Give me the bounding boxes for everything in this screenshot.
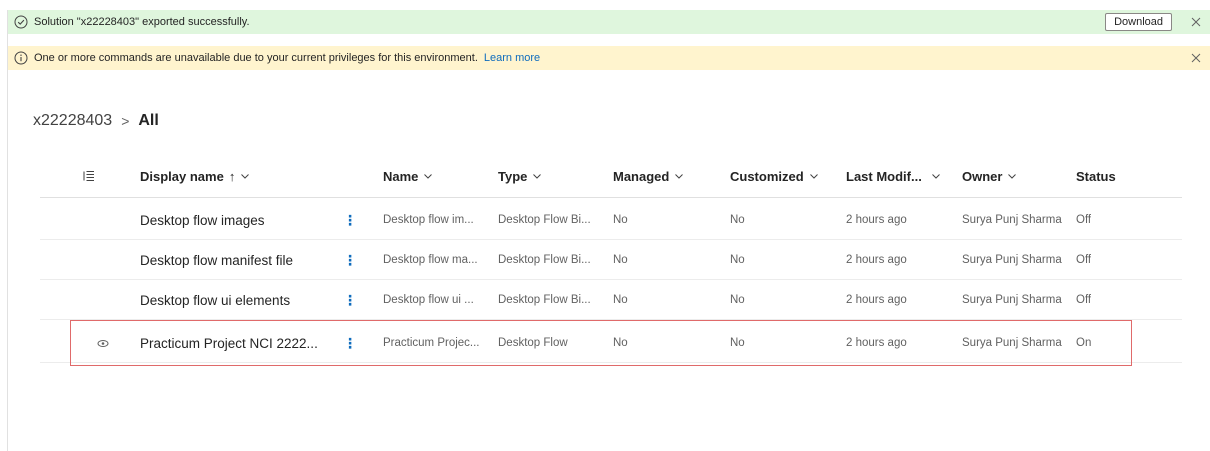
row-type: Desktop Flow Bi... <box>498 294 591 306</box>
header-divider <box>40 197 1182 198</box>
row-managed: No <box>613 294 628 306</box>
chevron-down-icon <box>931 174 940 179</box>
row-status: Off <box>1076 254 1092 266</box>
table-row[interactable]: Practicum Project NCI 2222... ⋮ Practicu… <box>40 323 1182 363</box>
row-last-modified: 2 hours ago <box>846 337 907 349</box>
solution-explorer: Solution "x22228403" exported successful… <box>0 0 1210 451</box>
success-message: Solution "x22228403" exported successful… <box>34 16 250 28</box>
column-type-label: Type <box>498 168 528 184</box>
row-owner: Surya Punj Sharma <box>962 254 1062 266</box>
row-status: Off <box>1076 294 1092 306</box>
sort-ascending-indicator: ↑ <box>228 168 236 184</box>
row-owner: Surya Punj Sharma <box>962 337 1062 349</box>
column-last-modified[interactable]: Last Modif... <box>846 162 941 190</box>
row-managed: No <box>613 214 628 226</box>
column-status-label: Status <box>1076 168 1116 184</box>
row-display-name[interactable]: Desktop flow images <box>140 200 265 240</box>
learn-more-link[interactable]: Learn more <box>484 52 540 64</box>
column-managed-label: Managed <box>613 168 670 184</box>
column-options-icon[interactable] <box>82 162 96 190</box>
row-last-modified: 2 hours ago <box>846 294 907 306</box>
row-name: Desktop flow im... <box>383 214 474 226</box>
column-name-label: Name <box>383 168 419 184</box>
chevron-down-icon <box>675 174 684 179</box>
column-managed[interactable]: Managed <box>613 162 684 190</box>
row-managed: No <box>613 337 628 349</box>
warning-message: One or more commands are unavailable due… <box>34 52 1186 64</box>
table-header: Display name ↑ Name Type Managed Customi… <box>40 162 1182 190</box>
breadcrumb-solution[interactable]: x22228403 <box>33 112 112 130</box>
column-customized[interactable]: Customized <box>730 162 819 190</box>
row-owner: Surya Punj Sharma <box>962 294 1062 306</box>
row-status: Off <box>1076 214 1092 226</box>
column-last-modified-label: Last Modif... <box>846 168 922 184</box>
row-type: Desktop Flow Bi... <box>498 214 591 226</box>
column-customized-label: Customized <box>730 168 804 184</box>
row-last-modified: 2 hours ago <box>846 254 907 266</box>
warning-text: One or more commands are unavailable due… <box>34 52 478 64</box>
row-customized: No <box>730 254 745 266</box>
row-name: Desktop flow ui ... <box>383 294 474 306</box>
close-icon[interactable] <box>1186 12 1206 32</box>
row-customized: No <box>730 294 745 306</box>
row-customized: No <box>730 214 745 226</box>
check-circle-icon <box>8 15 34 29</box>
row-managed: No <box>613 254 628 266</box>
chevron-down-icon <box>809 174 818 179</box>
breadcrumb-separator: > <box>121 113 130 129</box>
column-display-name[interactable]: Display name ↑ <box>140 162 250 190</box>
chevron-down-icon <box>241 174 250 179</box>
row-name: Practicum Projec... <box>383 337 480 349</box>
desktop-flow-icon <box>95 323 111 363</box>
column-owner-label: Owner <box>962 168 1003 184</box>
column-name[interactable]: Name <box>383 162 433 190</box>
row-customized: No <box>730 337 745 349</box>
chevron-down-icon <box>424 174 433 179</box>
row-type: Desktop Flow Bi... <box>498 254 591 266</box>
more-options-icon[interactable]: ⋮ <box>343 200 357 240</box>
column-owner[interactable]: Owner <box>962 162 1017 190</box>
row-display-name[interactable]: Desktop flow manifest file <box>140 240 293 280</box>
breadcrumb: x22228403 > All <box>33 112 159 130</box>
row-last-modified: 2 hours ago <box>846 214 907 226</box>
privileges-warning-banner: One or more commands are unavailable due… <box>8 46 1210 70</box>
more-options-icon[interactable]: ⋮ <box>343 323 357 363</box>
row-display-name[interactable]: Desktop flow ui elements <box>140 280 290 320</box>
column-display-name-label: Display name <box>140 168 224 184</box>
more-options-icon[interactable]: ⋮ <box>343 240 357 280</box>
chevron-down-icon <box>1008 174 1017 179</box>
info-icon <box>8 51 34 65</box>
row-status: On <box>1076 337 1092 349</box>
column-status[interactable]: Status <box>1076 162 1116 190</box>
chevron-down-icon <box>533 174 542 179</box>
left-divider <box>7 10 8 451</box>
column-type[interactable]: Type <box>498 162 542 190</box>
row-type: Desktop Flow <box>498 337 568 349</box>
download-button[interactable]: Download <box>1105 13 1172 31</box>
row-display-name[interactable]: Practicum Project NCI 2222... <box>140 323 318 363</box>
table-row[interactable]: Desktop flow manifest file ⋮ Desktop flo… <box>40 240 1182 280</box>
table-row[interactable]: Desktop flow ui elements ⋮ Desktop flow … <box>40 280 1182 320</box>
row-name: Desktop flow ma... <box>383 254 478 266</box>
row-owner: Surya Punj Sharma <box>962 214 1062 226</box>
close-icon[interactable] <box>1186 48 1206 68</box>
table-row[interactable]: Desktop flow images ⋮ Desktop flow im...… <box>40 200 1182 240</box>
more-options-icon[interactable]: ⋮ <box>343 280 357 320</box>
success-banner: Solution "x22228403" exported successful… <box>8 10 1210 34</box>
breadcrumb-current: All <box>138 112 159 129</box>
